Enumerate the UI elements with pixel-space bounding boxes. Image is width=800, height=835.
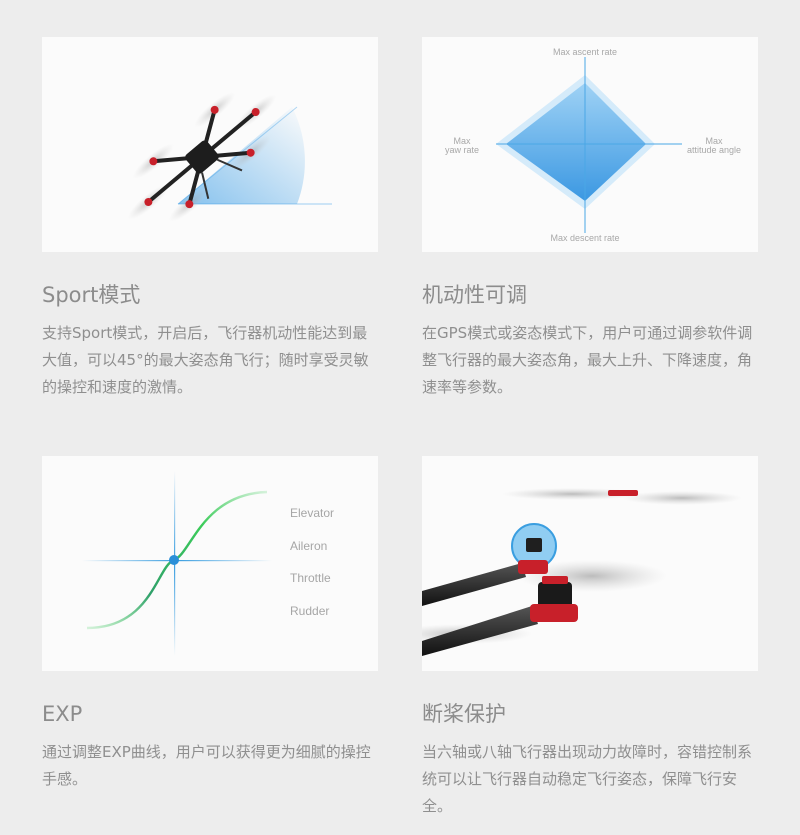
- exp-label-throttle: Throttle: [290, 571, 331, 585]
- feature-description: 支持Sport模式，开启后，飞行器机动性能达到最大值，可以45°的最大姿态角飞行…: [42, 324, 369, 396]
- feature-title: 机动性可调: [422, 283, 527, 307]
- feature-description: 通过调整EXP曲线，用户可以获得更为细腻的操控手感。: [42, 743, 371, 788]
- radar-label-top: Max ascent rate: [552, 47, 618, 57]
- radar-label-left: Max yaw rate: [434, 137, 490, 155]
- feature-title: 断桨保护: [422, 702, 506, 726]
- exp-label-rudder: Rudder: [290, 604, 330, 618]
- radar-label-bottom: Max descent rate: [550, 233, 620, 243]
- exp-label-aileron: Aileron: [290, 539, 328, 553]
- feature-card-maneuverability: Max ascent rate Max descent rate Max yaw…: [422, 37, 758, 401]
- feature-card-sport: Sport模式 支持Sport模式，开启后，飞行器机动性能达到最大值，可以45°…: [42, 37, 378, 401]
- feature-description: 当六轴或八轴飞行器出现动力故障时，容错控制系统可以让飞行器自动稳定飞行姿态，保障…: [422, 743, 753, 815]
- feature-title: EXP: [42, 702, 83, 726]
- radar-label-right: Max attitude angle: [678, 137, 750, 155]
- feature-description: 在GPS模式或姿态模式下，用户可通过调参软件调整飞行器的最大姿态角，最大上升、下…: [422, 324, 753, 396]
- drone-tilted-illustration: [42, 37, 378, 252]
- exp-label-elevator: Elevator: [290, 506, 335, 520]
- feature-card-exp: Elevator Aileron Throttle Rudder EXP 通过调…: [42, 456, 378, 793]
- radar-label-left-line2: yaw rate: [444, 145, 479, 155]
- feature-card-motor-protection: 断桨保护 当六轴或八轴飞行器出现动力故障时，容错控制系统可以让飞行器自动稳定飞行…: [422, 456, 758, 820]
- motor-arm-closeup: [422, 456, 758, 671]
- feature-title: Sport模式: [42, 283, 141, 307]
- exp-curve-diagram: Elevator Aileron Throttle Rudder: [42, 456, 378, 671]
- radar-label-right-line2: attitude angle: [686, 145, 742, 155]
- parameter-radar-diagram: Max ascent rate Max descent rate Max yaw…: [422, 37, 758, 252]
